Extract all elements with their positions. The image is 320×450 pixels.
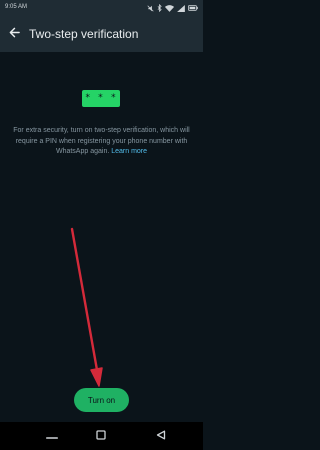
back-arrow-icon	[9, 25, 20, 43]
app-bar: Two-step verification	[0, 16, 203, 52]
home-icon	[96, 427, 106, 445]
wifi-icon	[165, 4, 174, 12]
back-icon	[156, 427, 166, 445]
back-button[interactable]	[5, 25, 23, 43]
battery-icon	[188, 5, 198, 11]
bluetooth-icon	[157, 4, 162, 12]
signal-icon	[177, 4, 185, 12]
status-bar: 9:05 AM	[0, 0, 203, 16]
annotation-arrow	[70, 227, 103, 387]
recents-button[interactable]	[45, 429, 59, 443]
learn-more-link[interactable]: Learn more	[111, 148, 147, 155]
system-nav-bar	[0, 422, 203, 450]
home-button[interactable]	[94, 429, 108, 443]
status-time: 9:05 AM	[5, 4, 28, 10]
turn-on-button[interactable]: Turn on	[74, 388, 129, 412]
pin-illustration: * * *	[82, 90, 120, 107]
screen: 9:05 AM Two-step verification * * * For …	[0, 0, 203, 450]
silent-icon	[147, 4, 154, 12]
nav-back-button[interactable]	[154, 429, 168, 443]
pin-illustration-text: * * *	[84, 93, 118, 103]
status-icons	[147, 3, 198, 13]
description: For extra security, turn on two-step ver…	[12, 126, 191, 158]
page-title: Two-step verification	[29, 27, 139, 41]
turn-on-label: Turn on	[87, 395, 116, 405]
recents-icon	[46, 427, 58, 445]
description-text: For extra security, turn on two-step ver…	[13, 127, 190, 155]
